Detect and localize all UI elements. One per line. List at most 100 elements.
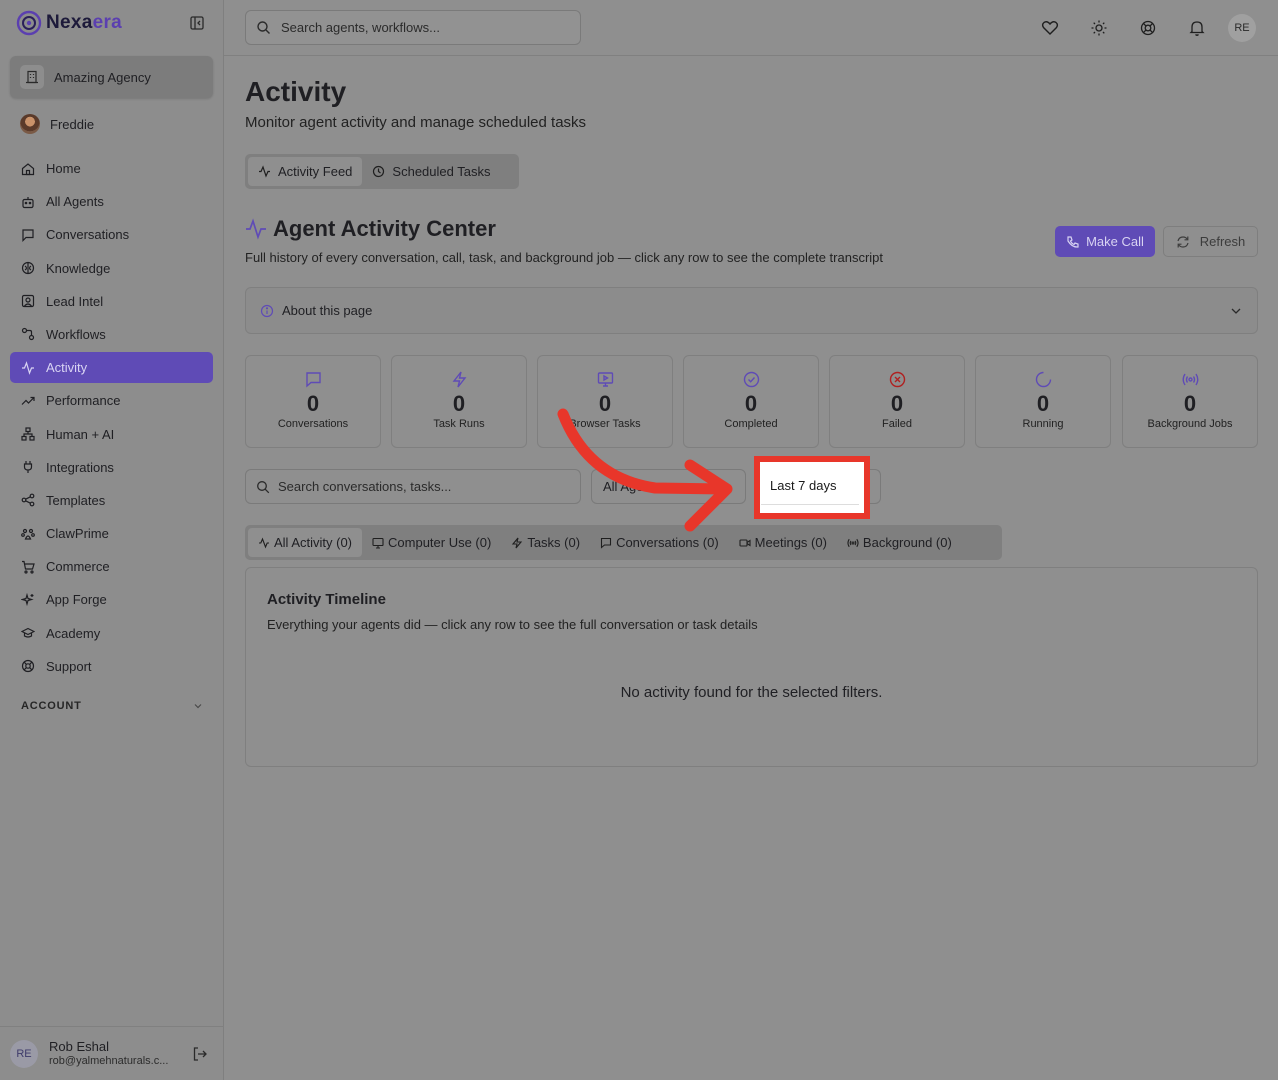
stats-row: 0 Conversations 0 Task Runs 0 Browser Ta… bbox=[245, 355, 1258, 448]
clock-icon bbox=[373, 165, 385, 178]
message-icon bbox=[22, 229, 34, 242]
lifebuoy-icon[interactable] bbox=[1139, 19, 1157, 37]
user-name: Freddie bbox=[50, 116, 95, 132]
timeline-subtitle: Everything your agents did — click any r… bbox=[267, 617, 758, 632]
timeline-title: Activity Timeline bbox=[267, 591, 386, 608]
chevron-down-icon bbox=[723, 485, 731, 490]
monitor-icon bbox=[372, 537, 384, 549]
section-subtitle: Full history of every conversation, call… bbox=[245, 250, 884, 265]
building-icon bbox=[20, 65, 44, 89]
sidebar-item-lead-intel[interactable]: Lead Intel bbox=[10, 286, 213, 317]
activity-icon bbox=[259, 165, 270, 178]
tab-all-activity[interactable]: All Activity (0) bbox=[248, 528, 363, 557]
contact-icon bbox=[21, 295, 35, 308]
tab-tasks[interactable]: Tasks (0) bbox=[501, 528, 590, 557]
sidebar-item-performance[interactable]: Performance bbox=[10, 385, 213, 416]
sun-icon[interactable] bbox=[1090, 19, 1108, 37]
sidebar-item-activity[interactable]: Activity bbox=[10, 352, 213, 384]
page-tabs: Activity Feed Scheduled Tasks bbox=[245, 154, 519, 189]
footer-user-email: rob@yalmehnaturals.c... bbox=[49, 1054, 169, 1067]
date-range-select[interactable]: Last 7 days bbox=[761, 467, 859, 505]
check-circle-icon bbox=[743, 371, 759, 388]
sidebar-item-clawprime[interactable]: ClawPrime bbox=[10, 518, 213, 549]
cart-icon bbox=[22, 560, 35, 574]
avatar: RE bbox=[10, 1039, 38, 1068]
page-subtitle: Monitor agent activity and manage schedu… bbox=[245, 114, 587, 131]
graduation-icon bbox=[21, 627, 35, 638]
chevron-down-icon bbox=[194, 704, 202, 709]
bot-icon bbox=[22, 196, 34, 208]
section-header: Agent Activity Center bbox=[245, 216, 496, 242]
radio-icon bbox=[1182, 373, 1198, 386]
zap-icon bbox=[452, 371, 466, 388]
sparkles-icon bbox=[21, 592, 34, 607]
share-icon bbox=[21, 493, 35, 507]
sidebar: Nexaera Amazing Agency Freddie Home All … bbox=[0, 0, 224, 1080]
page-title: Activity bbox=[245, 76, 347, 107]
sidebar-item-all-agents[interactable]: All Agents bbox=[10, 186, 213, 217]
tab-meetings[interactable]: Meetings (0) bbox=[729, 528, 837, 557]
home-icon bbox=[21, 162, 35, 175]
zap-icon bbox=[512, 537, 523, 548]
current-user[interactable]: Freddie bbox=[20, 113, 94, 135]
avatar[interactable]: RE bbox=[1228, 14, 1256, 42]
tab-conversations[interactable]: Conversations (0) bbox=[590, 528, 729, 557]
search-icon bbox=[257, 21, 270, 34]
activity-icon bbox=[22, 360, 34, 375]
agency-label: Amazing Agency bbox=[54, 69, 151, 85]
radio-icon bbox=[847, 538, 859, 547]
trend-icon bbox=[21, 396, 35, 405]
make-call-button[interactable]: Make Call bbox=[1055, 226, 1155, 257]
sidebar-item-conversations[interactable]: Conversations bbox=[10, 219, 213, 250]
stat-card-running: 0 Running bbox=[975, 355, 1111, 448]
brand-logo[interactable]: Nexaera bbox=[16, 10, 208, 36]
tab-activity-feed[interactable]: Activity Feed bbox=[248, 157, 363, 186]
avatar bbox=[20, 114, 40, 134]
sidebar-item-human-ai[interactable]: Human + AI bbox=[10, 419, 213, 450]
sidebar-item-workflows[interactable]: Workflows bbox=[10, 319, 213, 350]
sidebar-item-app-forge[interactable]: App Forge bbox=[10, 584, 213, 615]
sidebar-item-templates[interactable]: Templates bbox=[10, 485, 213, 516]
sidebar-collapse-icon[interactable] bbox=[190, 16, 204, 30]
stat-card-browser-tasks: 0 Browser Tasks bbox=[537, 355, 673, 448]
sidebar-item-integrations[interactable]: Integrations bbox=[10, 452, 213, 483]
heart-icon[interactable] bbox=[1041, 19, 1059, 37]
refresh-icon bbox=[1177, 235, 1189, 248]
refresh-button[interactable]: Refresh bbox=[1163, 226, 1258, 257]
tab-scheduled-tasks[interactable]: Scheduled Tasks bbox=[362, 157, 500, 186]
loader-icon bbox=[1035, 371, 1051, 388]
activity-type-tabs: All Activity (0) Computer Use (0) Tasks … bbox=[245, 525, 1002, 560]
sidebar-item-academy[interactable]: Academy bbox=[10, 618, 213, 649]
sidebar-item-home[interactable]: Home bbox=[10, 153, 213, 184]
about-this-page-accordion[interactable]: About this page bbox=[245, 287, 1258, 334]
sidebar-item-commerce[interactable]: Commerce bbox=[10, 551, 213, 582]
agency-switcher[interactable]: Amazing Agency bbox=[10, 56, 213, 98]
chevron-down-icon bbox=[1231, 308, 1241, 314]
activity-timeline-card: Activity Timeline Everything your agents… bbox=[245, 567, 1258, 767]
global-search-input[interactable]: Search agents, workflows... bbox=[245, 10, 581, 45]
topbar: Search agents, workflows... RE bbox=[224, 0, 1278, 56]
brain-icon bbox=[21, 261, 35, 275]
network-icon bbox=[21, 427, 35, 441]
tab-background[interactable]: Background (0) bbox=[837, 528, 962, 557]
message-icon bbox=[305, 372, 321, 388]
stat-card-task-runs: 0 Task Runs bbox=[391, 355, 527, 448]
stat-card-conversations: 0 Conversations bbox=[245, 355, 381, 448]
stat-card-completed: 0 Completed bbox=[683, 355, 819, 448]
activity-icon bbox=[259, 537, 269, 548]
tab-computer-use[interactable]: Computer Use (0) bbox=[362, 528, 501, 557]
logout-icon[interactable] bbox=[192, 1046, 208, 1062]
paw-icon bbox=[21, 528, 35, 540]
sidebar-item-support[interactable]: Support bbox=[10, 651, 213, 682]
info-icon bbox=[260, 304, 274, 317]
phone-icon bbox=[1067, 235, 1079, 248]
video-icon bbox=[739, 538, 751, 547]
agent-filter-select[interactable]: All Agents bbox=[591, 469, 746, 504]
activity-icon bbox=[246, 218, 266, 240]
bell-icon[interactable] bbox=[1188, 19, 1206, 37]
activity-search-input[interactable]: Search conversations, tasks... bbox=[245, 469, 581, 504]
account-section-toggle[interactable]: ACCOUNT bbox=[21, 700, 203, 712]
footer-user[interactable]: RE Rob Eshal rob@yalmehnaturals.c... bbox=[0, 1026, 224, 1080]
sidebar-item-knowledge[interactable]: Knowledge bbox=[10, 253, 213, 284]
logo-icon bbox=[16, 10, 42, 36]
